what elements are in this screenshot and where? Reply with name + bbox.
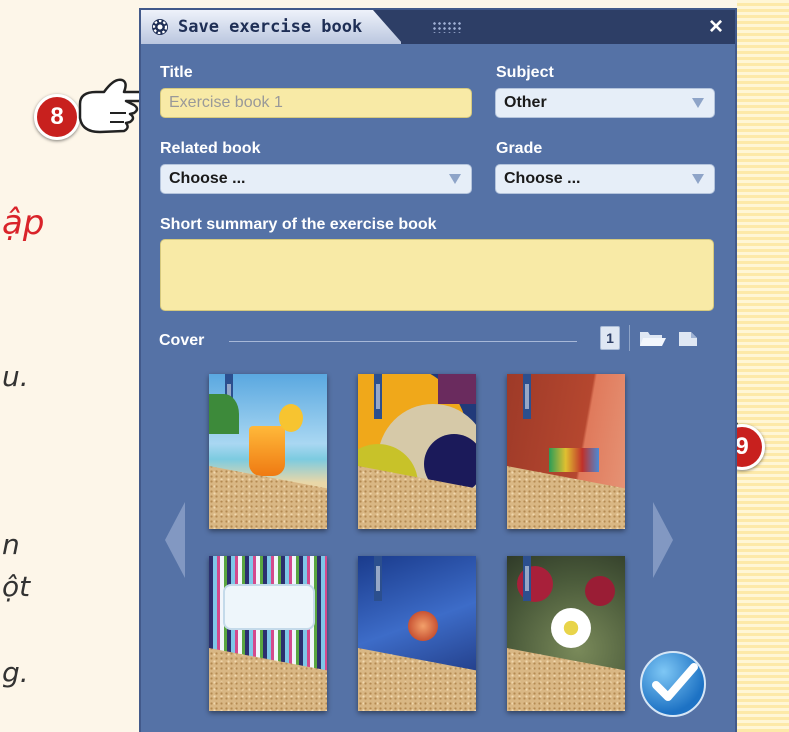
dialog-titlebar[interactable]: Save exercise book × [141,10,735,44]
hats-illustration [549,448,599,472]
striped-cover[interactable] [209,556,327,711]
red-hats-cover[interactable] [507,374,625,529]
previous-arrow[interactable] [165,502,185,578]
frost-flower-cover[interactable] [507,556,625,711]
pineapple-slice [279,404,303,432]
cover-toolbar: 1 [600,324,701,352]
label-box [223,584,315,630]
beach-juice-cover[interactable] [209,374,327,529]
next-arrow[interactable] [653,502,673,578]
juice-glass [249,426,285,476]
page-number-icon[interactable]: 1 [600,326,620,350]
chevron-down-icon [692,174,704,184]
abstract-circles-cover[interactable] [358,374,476,529]
daisy [551,608,591,648]
cover-spine [523,556,531,601]
cover-spine [523,374,531,419]
related-book-value: Choose ... [169,170,246,187]
bg-text-fragment: ột [2,570,31,603]
new-page-icon[interactable] [677,328,701,348]
divider [229,341,577,342]
close-button[interactable]: × [709,13,723,41]
open-folder-icon[interactable] [639,328,667,348]
chevron-down-icon [692,98,704,108]
title-label: Title [160,64,193,81]
striped-margin [737,0,789,732]
checkmark-icon [652,663,698,701]
confirm-button[interactable] [640,651,706,717]
fruit-splash [408,611,438,641]
cover-label: Cover [159,332,205,349]
palm-leaf [209,394,239,434]
cork-band [358,648,476,711]
grade-label: Grade [496,140,543,157]
related-book-select[interactable]: Choose ... [160,164,472,194]
grade-select[interactable]: Choose ... [495,164,715,194]
dialog-tab: Save exercise book [141,10,401,44]
grade-value: Choose ... [504,170,581,187]
subject-value: Other [504,94,547,111]
subject-label: Subject [496,64,554,81]
dialog-title: Save exercise book [178,17,363,37]
subject-select[interactable]: Other [495,88,715,118]
summary-textarea[interactable] [160,239,714,311]
bg-text-fragment: n [2,528,20,561]
drag-grip-icon[interactable] [432,21,462,33]
summary-label: Short summary of the exercise book [160,216,437,233]
title-input[interactable]: Exercise book 1 [160,88,472,118]
cork-band [507,648,625,711]
bg-text-fragment: ập [2,203,45,243]
chevron-down-icon [449,174,461,184]
blue-splash-cover[interactable] [358,556,476,711]
gear-icon [150,17,170,37]
save-exercise-book-dialog: Save exercise book × Title Exercise book… [139,8,737,732]
related-book-label: Related book [160,140,261,157]
cover-spine [374,556,382,601]
bg-text-fragment: g. [2,656,29,689]
cover-spine [374,374,382,419]
bg-text-fragment: u. [2,360,29,393]
separator [629,325,630,351]
page-number: 1 [606,330,614,346]
cork-band [209,648,327,711]
